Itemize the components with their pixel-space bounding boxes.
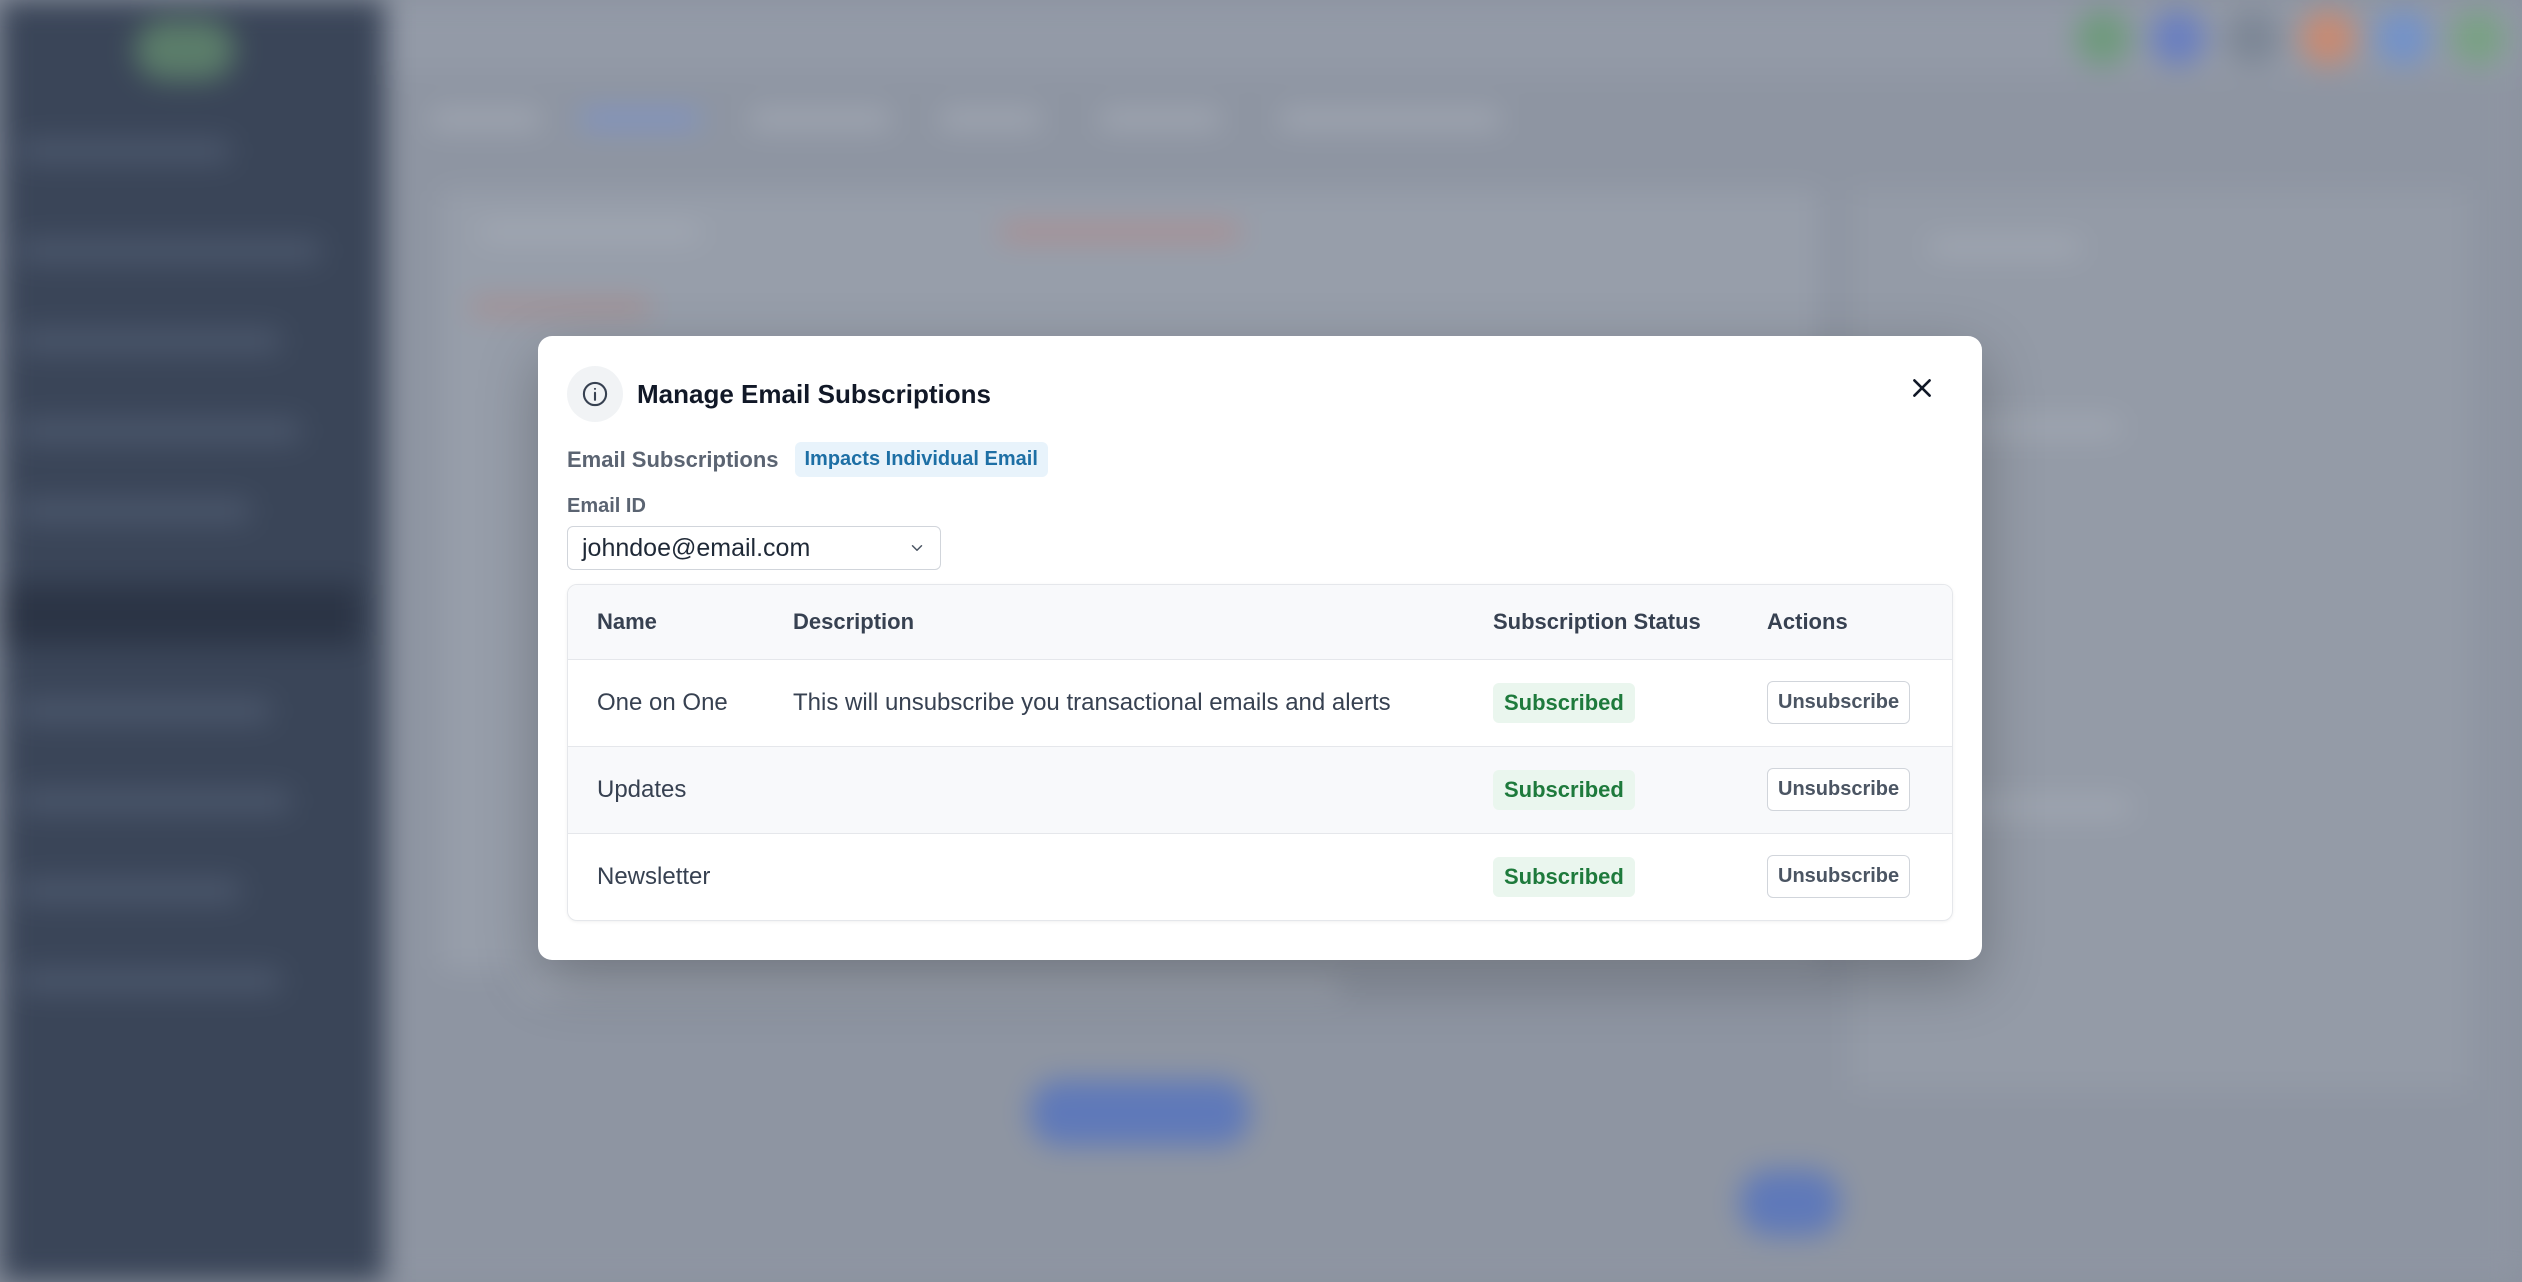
row-name: One on One	[597, 688, 728, 716]
row-status-cell: Subscribed	[1464, 832, 1738, 920]
subscriptions-section-header: Email Subscriptions Impacts Individual E…	[567, 442, 1953, 477]
background-tab	[580, 110, 700, 128]
status-badge: Subscribed	[1493, 769, 1635, 810]
table-header-row: Name Description Subscription Status Act…	[568, 585, 1952, 660]
background-avatar	[2375, 10, 2431, 66]
email-id-value: johndoe@email.com	[582, 533, 811, 562]
background-line	[520, 980, 1340, 994]
row-description: This will unsubscribe you transactional …	[793, 688, 1391, 716]
status-badge: Subscribed	[1493, 682, 1635, 723]
row-name: Updates	[568, 745, 764, 833]
background-button	[1740, 1170, 1840, 1236]
info-icon	[567, 366, 623, 422]
table-row: One on One This will unsubscribe you tra…	[568, 659, 1952, 746]
background-avatar	[2225, 10, 2281, 66]
row-action-cell: Unsubscribe	[1738, 832, 1952, 920]
background-nav-bar	[20, 880, 240, 902]
background-tabs	[420, 100, 2002, 140]
background-tab	[1100, 110, 1220, 128]
background-button	[1030, 1080, 1250, 1146]
unsubscribe-button[interactable]: Unsubscribe	[1767, 768, 1911, 811]
unsubscribe-button[interactable]: Unsubscribe	[1767, 681, 1911, 724]
background-sidebar	[0, 0, 385, 1282]
header-actions: Actions	[1738, 585, 1952, 660]
row-action-cell: Unsubscribe	[1738, 659, 1952, 746]
background-nav-bar	[20, 140, 230, 162]
background-nav-bar	[20, 700, 270, 722]
subscriptions-table: Name Description Subscription Status Act…	[567, 584, 1953, 921]
impact-badge: Impacts Individual Email	[794, 442, 1048, 477]
row-description	[764, 832, 1464, 920]
table-row: Updates Subscribed Unsubscribe	[568, 745, 1952, 833]
background-nav-bar	[20, 330, 280, 352]
header-description: Description	[764, 585, 1464, 660]
background-avatar	[2075, 10, 2131, 66]
background-line	[480, 225, 700, 239]
background-tab	[1280, 110, 1500, 128]
background-nav-active	[0, 585, 360, 645]
background-nav-bar	[20, 500, 250, 522]
background-nav-bar	[20, 970, 280, 992]
background-nav-bar	[20, 790, 290, 812]
chevron-down-icon	[911, 545, 923, 551]
section-label: Email Subscriptions	[567, 446, 779, 472]
row-action-cell: Unsubscribe	[1738, 745, 1952, 833]
background-logo	[135, 20, 235, 80]
header-name: Name	[568, 585, 764, 660]
email-id-label: Email ID	[567, 495, 646, 517]
background-avatar	[2450, 10, 2506, 66]
background-tab	[430, 110, 540, 128]
manage-subscriptions-modal: Manage Email Subscriptions Email Subscri…	[538, 336, 1982, 960]
background-tab	[750, 110, 890, 128]
row-status-cell: Subscribed	[1464, 659, 1738, 746]
unsubscribe-button[interactable]: Unsubscribe	[1767, 855, 1911, 899]
background-tab	[940, 110, 1040, 128]
background-avatar	[2300, 10, 2356, 66]
header-subscription-status: Subscription Status	[1464, 585, 1738, 660]
background-avatar	[2150, 10, 2206, 66]
close-icon	[1913, 379, 1931, 397]
modal-title: Manage Email Subscriptions	[637, 378, 991, 409]
background-nav-bar	[20, 240, 320, 262]
background-line	[1000, 225, 1240, 239]
row-name: Newsletter	[568, 832, 764, 920]
status-badge: Subscribed	[1493, 856, 1635, 897]
row-description	[764, 745, 1464, 833]
table-row: Newsletter Subscribed Unsubscribe	[568, 832, 1952, 920]
modal-header: Manage Email Subscriptions	[567, 366, 1953, 422]
email-id-select[interactable]: johndoe@email.com	[567, 526, 941, 570]
background-line	[470, 300, 650, 314]
background-nav-bar	[20, 420, 300, 442]
row-status-cell: Subscribed	[1464, 745, 1738, 833]
close-button[interactable]	[1902, 368, 1942, 408]
background-line	[1930, 240, 2080, 254]
